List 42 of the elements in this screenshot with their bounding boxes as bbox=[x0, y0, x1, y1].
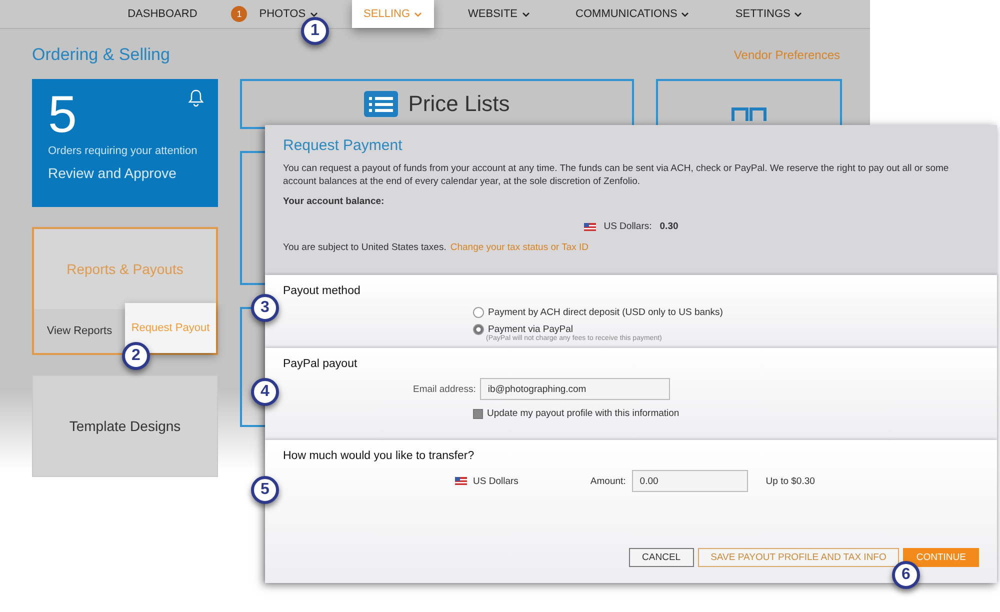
tax-note: You are subject to United States taxes. bbox=[283, 242, 446, 253]
step-number-badge: 5 bbox=[251, 476, 279, 504]
tile-action-button[interactable]: View Reports bbox=[34, 309, 125, 353]
notification-badge: 1 bbox=[231, 6, 248, 22]
nav-tab[interactable]: WEBSITE bbox=[456, 0, 542, 28]
attention-tile[interactable]: 5 Orders requiring your attention Review and Approve bbox=[32, 79, 218, 207]
radio-option[interactable]: Payment via PayPal bbox=[473, 324, 979, 335]
radio-icon[interactable] bbox=[473, 324, 484, 335]
email-label: Email address: bbox=[413, 384, 476, 394]
nav-tab[interactable]: DASHBOARD bbox=[116, 0, 210, 28]
list-icon bbox=[364, 91, 398, 117]
nav-tab[interactable]: COMMUNICATIONS bbox=[564, 0, 702, 28]
book-icon bbox=[731, 107, 767, 121]
page-title: Ordering & Selling bbox=[32, 45, 170, 65]
balance-amount: 0.30 bbox=[660, 221, 678, 232]
balance-label: Your account balance: bbox=[283, 196, 386, 207]
tile-title: Reports & Payouts bbox=[66, 260, 184, 279]
checkbox-label: Update my payout profile with this information bbox=[487, 408, 680, 419]
template-designs-tile[interactable]: Template Designs bbox=[32, 375, 218, 477]
amount-label: Amount: bbox=[590, 476, 626, 486]
flag-icon bbox=[584, 222, 596, 230]
radio-option[interactable]: Payment by ACH direct deposit (USD only to US banks) bbox=[473, 307, 979, 318]
bell-icon bbox=[188, 89, 204, 107]
currency-label: US Dollars: bbox=[604, 221, 652, 232]
amount-input[interactable]: 0.00 bbox=[632, 470, 748, 492]
section-heading: Payout method bbox=[283, 285, 362, 297]
tile-title: Price Lists bbox=[408, 91, 510, 117]
currency-label: US Dollars bbox=[473, 476, 518, 486]
tile-action: Review and Approve bbox=[48, 165, 178, 181]
section-heading: PayPal payout bbox=[283, 358, 358, 370]
checkbox[interactable] bbox=[473, 408, 483, 418]
tile-caption: Orders requiring your attention bbox=[48, 145, 198, 157]
dialog-button[interactable]: CANCEL bbox=[629, 548, 694, 567]
amount-limit: Up to $0.30 bbox=[766, 476, 815, 486]
section-heading: How much would you like to transfer? bbox=[283, 450, 476, 462]
flag-icon bbox=[455, 477, 467, 485]
dialog-title: Request Payment bbox=[283, 137, 404, 154]
nav-tab[interactable]: SETTINGS bbox=[723, 0, 814, 28]
order-count: 5 bbox=[48, 85, 77, 145]
intro-text: You can request a payout of funds from your account at any time. The funds can be sent via ACH, check or PayPal. We reserve the right to pay out all or some account balances at the end of every calendar year, at the sole discretion of Zenfolio. bbox=[283, 162, 950, 188]
radio-icon[interactable] bbox=[473, 307, 484, 318]
email-input[interactable]: ib@photographing.com bbox=[480, 378, 670, 400]
